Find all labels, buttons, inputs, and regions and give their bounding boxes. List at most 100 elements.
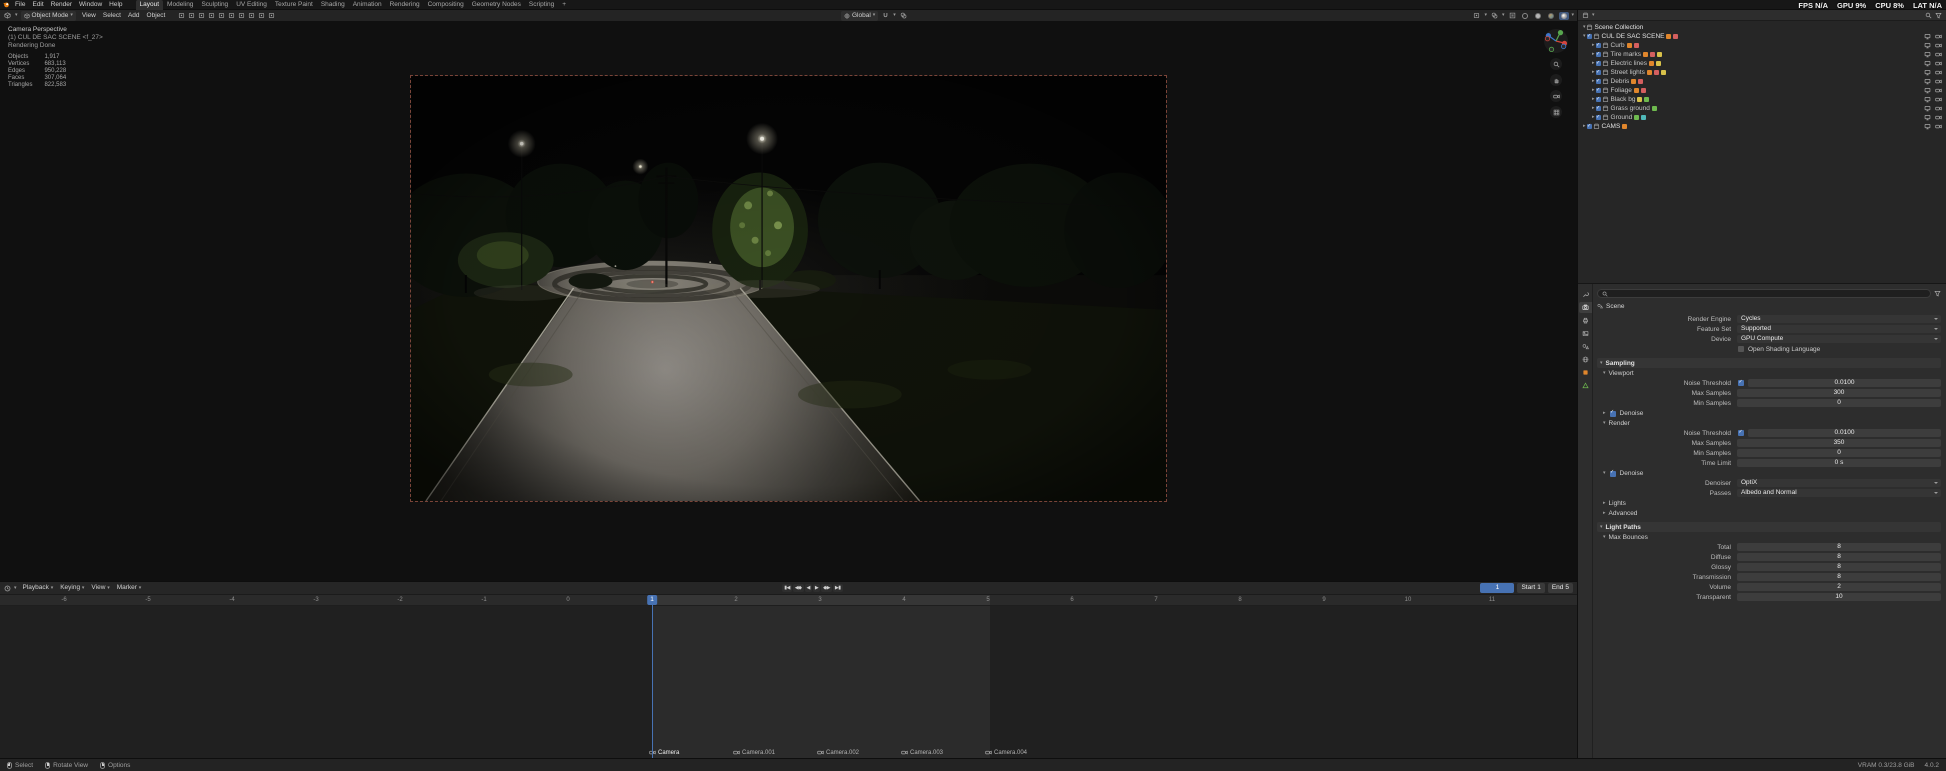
noise-threshold-field[interactable]: 0.0100: [1748, 379, 1941, 387]
expand-caret[interactable]: ▸: [1592, 106, 1595, 111]
properties-tab-data[interactable]: [1579, 380, 1592, 391]
disable-in-render-toggle[interactable]: [1935, 87, 1942, 94]
glossy-field[interactable]: 8: [1737, 563, 1941, 571]
hide-in-viewport-toggle[interactable]: [1924, 78, 1931, 85]
black-bg-checkbox[interactable]: [1596, 97, 1601, 102]
subpanel-viewport[interactable]: ▾Viewport: [1603, 369, 1941, 378]
header-tool-icon-8[interactable]: [247, 11, 256, 20]
frame-end-field[interactable]: End5: [1548, 583, 1573, 593]
timeline-menu-view[interactable]: View ▾: [88, 583, 112, 593]
outliner-editor-icon[interactable]: [1582, 12, 1589, 19]
workspace-tab-scripting[interactable]: Scripting: [525, 0, 558, 10]
header-tool-icon-9[interactable]: [257, 11, 266, 20]
properties-tab-scene[interactable]: [1579, 341, 1592, 352]
transform-orientation-select[interactable]: Global ▾: [841, 11, 878, 21]
shading-wireframe-button[interactable]: [1520, 12, 1530, 20]
outliner-row-foliage[interactable]: ▸Foliage: [1578, 86, 1946, 95]
time-limit-field[interactable]: 0 s: [1737, 459, 1941, 467]
workspace-tab-uv-editing[interactable]: UV Editing: [232, 0, 271, 10]
expand-caret[interactable]: ▸: [1583, 124, 1586, 129]
timeline-menu-keying[interactable]: Keying ▾: [57, 583, 87, 593]
disable-in-render-toggle[interactable]: [1935, 105, 1942, 112]
subpanel-advanced[interactable]: ▸Advanced: [1603, 509, 1941, 518]
timeline-menu-marker[interactable]: Marker ▾: [114, 583, 145, 593]
tire-marks-checkbox[interactable]: [1596, 52, 1601, 57]
panel-sampling[interactable]: ▾Sampling: [1597, 358, 1941, 368]
hide-in-viewport-toggle[interactable]: [1924, 114, 1931, 121]
transparent-field[interactable]: 10: [1737, 593, 1941, 601]
expand-caret[interactable]: ▾: [1583, 34, 1586, 39]
noise-threshold-checkbox[interactable]: [1738, 430, 1744, 436]
denoiser-field[interactable]: OptiX: [1737, 479, 1941, 487]
subpanel-lights[interactable]: ▸Lights: [1603, 499, 1941, 508]
header-tool-icon-6[interactable]: [227, 11, 236, 20]
marker-camera-003[interactable]: Camera.003: [901, 749, 943, 756]
properties-tab-world[interactable]: [1579, 354, 1592, 365]
hide-in-viewport-toggle[interactable]: [1924, 87, 1931, 94]
workspace-tab-texture-paint[interactable]: Texture Paint: [271, 0, 317, 10]
shading-material-button[interactable]: [1546, 12, 1556, 20]
workspace-tab-modeling[interactable]: Modeling: [163, 0, 197, 10]
subpanel-denoise[interactable]: ▾Denoise: [1603, 469, 1941, 478]
hide-in-viewport-toggle[interactable]: [1924, 33, 1931, 40]
camera-view-button[interactable]: [1550, 90, 1562, 102]
header-tool-icon-3[interactable]: [197, 11, 206, 20]
properties-tab-render[interactable]: [1579, 302, 1592, 313]
expand-caret[interactable]: ▸: [1592, 61, 1595, 66]
search-icon[interactable]: [1925, 12, 1932, 19]
workspace-tab-sculpting[interactable]: Sculpting: [197, 0, 232, 10]
header-tool-icon-7[interactable]: [237, 11, 246, 20]
snap-magnet-icon[interactable]: [881, 11, 890, 20]
hide-in-viewport-toggle[interactable]: [1924, 105, 1931, 112]
hide-in-viewport-toggle[interactable]: [1924, 69, 1931, 76]
menu-window[interactable]: Window: [76, 0, 105, 10]
marker-camera-001[interactable]: Camera.001: [733, 749, 775, 756]
min-samples-field[interactable]: 0: [1737, 399, 1941, 407]
next-keyframe-button[interactable]: ◆▶: [821, 584, 832, 592]
jump-to-end-button[interactable]: ▶▮: [833, 584, 843, 592]
menu-render[interactable]: Render: [48, 0, 75, 10]
viewport-menu-object[interactable]: Object: [144, 11, 169, 21]
marker-camera[interactable]: Camera: [649, 749, 679, 756]
outliner-row-black-bg[interactable]: ▸Black bg: [1578, 95, 1946, 104]
menu-edit[interactable]: Edit: [29, 0, 46, 10]
expand-caret[interactable]: ▸: [1592, 43, 1595, 48]
filter-icon[interactable]: [1934, 290, 1941, 297]
device-field[interactable]: GPU Compute: [1737, 335, 1941, 343]
electric-lines-checkbox[interactable]: [1596, 61, 1601, 66]
foliage-checkbox[interactable]: [1596, 88, 1601, 93]
transmission-field[interactable]: 8: [1737, 573, 1941, 581]
feature-set-field[interactable]: Supported: [1737, 325, 1941, 333]
disable-in-render-toggle[interactable]: [1935, 114, 1942, 121]
header-tool-icon-10[interactable]: [267, 11, 276, 20]
blender-logo-icon[interactable]: [3, 1, 10, 8]
disable-in-render-toggle[interactable]: [1935, 69, 1942, 76]
outliner-row-electric-lines[interactable]: ▸Electric lines: [1578, 59, 1946, 68]
playhead[interactable]: 1: [647, 595, 657, 605]
noise-threshold-field[interactable]: 0.0100: [1748, 429, 1941, 437]
ground-checkbox[interactable]: [1596, 115, 1601, 120]
pan-button[interactable]: [1550, 74, 1562, 86]
prev-keyframe-button[interactable]: ◀◆: [793, 584, 804, 592]
outliner-row-street-lights[interactable]: ▸Street lights: [1578, 68, 1946, 77]
navigation-gizmo[interactable]: [1543, 28, 1569, 54]
render-engine-field[interactable]: Cycles: [1737, 315, 1941, 323]
expand-caret[interactable]: ▸: [1592, 88, 1595, 93]
add-workspace-button[interactable]: +: [558, 0, 570, 10]
total-field[interactable]: 8: [1737, 543, 1941, 551]
outliner-row-tire-marks[interactable]: ▸Tire marks: [1578, 50, 1946, 59]
disable-in-render-toggle[interactable]: [1935, 42, 1942, 49]
denoise-checkbox[interactable]: [1610, 411, 1616, 417]
workspace-tab-shading[interactable]: Shading: [317, 0, 349, 10]
disable-in-render-toggle[interactable]: [1935, 60, 1942, 67]
debris-checkbox[interactable]: [1596, 79, 1601, 84]
street-lights-checkbox[interactable]: [1596, 70, 1601, 75]
expand-caret[interactable]: ▸: [1592, 115, 1595, 120]
grass-ground-checkbox[interactable]: [1596, 106, 1601, 111]
disable-in-render-toggle[interactable]: [1935, 96, 1942, 103]
properties-search-input[interactable]: [1597, 289, 1931, 298]
header-tool-icon-4[interactable]: [207, 11, 216, 20]
viewport-menu-add[interactable]: Add: [125, 11, 143, 21]
properties-tab-object[interactable]: [1579, 367, 1592, 378]
menu-file[interactable]: File: [12, 0, 28, 10]
